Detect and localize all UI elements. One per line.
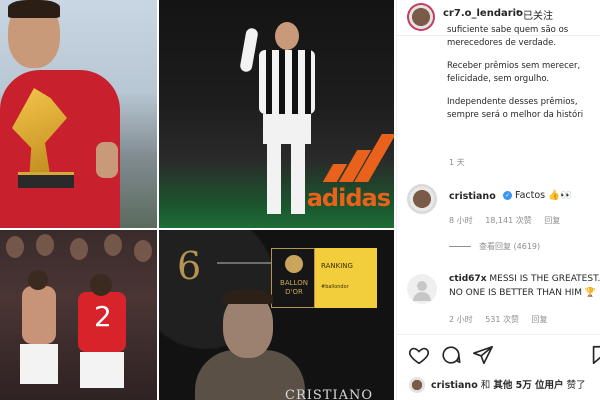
player-hair-shape xyxy=(8,0,60,18)
comment-meta: 2 小时 531 次赞 回复 xyxy=(449,314,558,325)
liker-avatar[interactable] xyxy=(409,377,425,393)
likes-text: cristiano 和 其他 5万 位用户 赞了 xyxy=(431,380,586,391)
bookmark-icon xyxy=(592,345,600,365)
comment-likes[interactable]: 531 次赞 xyxy=(485,315,519,324)
comment-avatar[interactable] xyxy=(407,184,437,214)
comment-button[interactable] xyxy=(440,344,462,366)
likes-summary[interactable]: cristiano 和 其他 5万 位用户 赞了 xyxy=(397,372,600,400)
jersey-number: 2 xyxy=(94,300,112,333)
trophy-base-shape xyxy=(18,172,74,188)
replies-dash xyxy=(449,246,471,247)
comment-avatar-default[interactable] xyxy=(407,274,437,304)
portrait-hair-shape xyxy=(223,290,273,304)
post-side-panel: cr7.o_lendario • 已关注 suficiente sabe que… xyxy=(396,0,600,400)
comment-icon xyxy=(442,346,461,364)
others-likes-link[interactable]: 其他 5万 位用户 xyxy=(493,380,563,391)
comment-username[interactable]: ctid67x xyxy=(449,274,487,284)
photo-juventus: adidas xyxy=(159,0,394,228)
photo-ballon-dor-ranking: 6 BALLON D'OR RANKING #ballondor CRISTIA… xyxy=(159,230,394,400)
view-replies-button[interactable]: 查看回复 (4619) xyxy=(449,241,540,252)
golden-ball-icon xyxy=(285,255,303,273)
comment-reply-button[interactable]: 回复 xyxy=(532,315,548,324)
like-button[interactable] xyxy=(408,344,430,366)
post-caption: suficiente sabe quem são os merecedores … xyxy=(447,25,584,120)
comment-reply-button[interactable]: 回复 xyxy=(544,216,560,225)
verified-badge-icon: ✓ xyxy=(503,191,512,200)
red-jersey-player-shape: 2 xyxy=(74,274,130,400)
comment-meta: 8 小时 18,141 次赞 回复 xyxy=(449,215,570,226)
action-bar xyxy=(397,334,600,370)
ranking-number: 6 xyxy=(177,244,202,288)
photo-celebration: 2 xyxy=(0,230,157,400)
heart-icon xyxy=(408,347,430,365)
send-icon xyxy=(473,345,493,365)
post-media[interactable]: adidas 2 6 BALLON D'OR RANKING #ballondo… xyxy=(0,0,394,400)
comment-text: Factos 👍👀 xyxy=(515,190,572,201)
header-separator: • xyxy=(515,7,521,18)
save-button[interactable] xyxy=(589,344,600,366)
ballon-dor-logo: BALLON D'OR xyxy=(271,248,315,308)
ranking-badge: RANKING #ballondor xyxy=(315,248,377,308)
adidas-wordmark: adidas xyxy=(306,184,391,212)
caption-timestamp[interactable]: 1 天 xyxy=(449,157,465,168)
comment-time[interactable]: 2 小时 xyxy=(449,315,473,324)
liker-username[interactable]: cristiano xyxy=(431,380,478,391)
divider xyxy=(217,262,271,264)
comment-username[interactable]: cristiano xyxy=(449,191,496,202)
follow-status-button[interactable]: 已关注 xyxy=(523,7,553,22)
thumbs-up-shape xyxy=(96,142,118,178)
comment-likes[interactable]: 18,141 次赞 xyxy=(485,216,532,225)
adidas-logo xyxy=(322,132,394,182)
shirtless-player-shape xyxy=(14,270,62,400)
author-username[interactable]: cr7.o_lendario xyxy=(443,8,523,19)
comment-time[interactable]: 8 小时 xyxy=(449,216,473,225)
author-avatar[interactable] xyxy=(407,3,435,31)
photo-trophy xyxy=(0,0,157,228)
comment-body: ctid67x MESSI IS THE GREATEST. NO ONE IS… xyxy=(449,272,600,300)
player-name: CRISTIANO xyxy=(285,388,374,400)
share-button[interactable] xyxy=(472,344,494,366)
